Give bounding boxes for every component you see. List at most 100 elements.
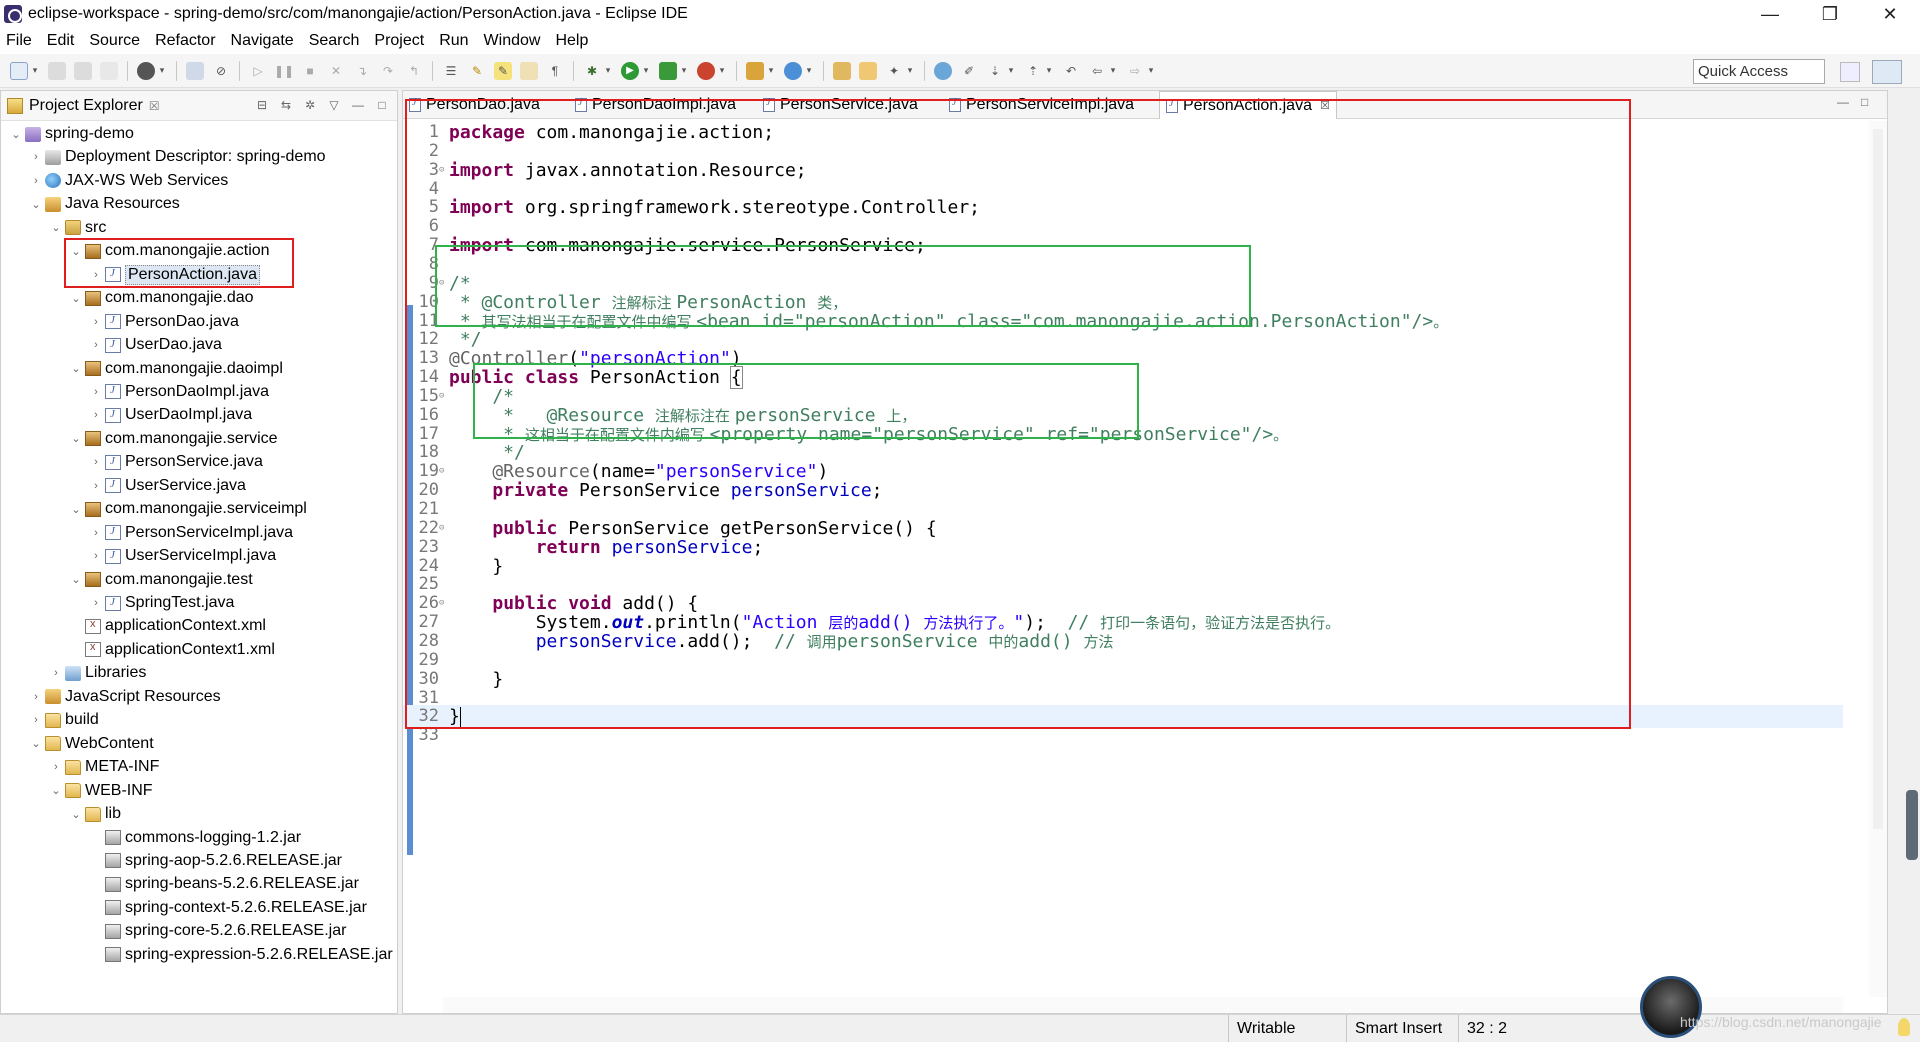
step-into-icon[interactable]: ↴ (353, 62, 371, 80)
tree-item[interactable]: spring-expression-5.2.6.RELEASE.jar (89, 944, 393, 966)
expand-right-icon[interactable]: › (29, 175, 43, 187)
tree-item[interactable]: › UserDaoImpl.java (89, 404, 252, 426)
tree-item[interactable]: commons-logging-1.2.jar (89, 827, 301, 849)
highlight-icon[interactable]: ✎ (494, 61, 512, 80)
expand-right-icon[interactable]: › (89, 456, 103, 468)
tree-item[interactable]: › PersonService.java (89, 451, 263, 473)
java-ee-perspective-icon[interactable] (1872, 60, 1902, 84)
collapse-all-icon[interactable]: ⊟ (255, 98, 269, 112)
tree-item[interactable]: ⌄ Java Resources (29, 193, 179, 215)
step-over-icon[interactable]: ↷ (379, 62, 397, 80)
toggle-mark-occurrences-icon[interactable]: ✎ (468, 62, 486, 80)
menu-search[interactable]: Search (309, 32, 360, 50)
close-view-icon[interactable]: ☒ (149, 99, 160, 113)
console-icon[interactable] (186, 61, 204, 80)
tree-item[interactable]: ⌄ WebContent (29, 733, 153, 755)
tree-item[interactable]: ⌄ WEB-INF (49, 780, 152, 802)
step-return-icon[interactable]: ↰ (405, 62, 423, 80)
tree-item[interactable]: ⌄ com.manongajie.daoimpl (69, 358, 282, 380)
next-annotation-icon[interactable]: ⇣ (986, 62, 1004, 80)
view-menu-icon[interactable]: ▽ (327, 98, 341, 112)
expand-right-icon[interactable]: › (89, 339, 103, 351)
maximize-view-icon[interactable]: □ (375, 98, 389, 112)
chevron-down-icon[interactable]: ▾ (1006, 62, 1016, 80)
new-icon[interactable] (10, 61, 28, 80)
toggle-block-selection-icon[interactable] (520, 61, 538, 80)
disconnect-icon[interactable]: ✕ (327, 62, 345, 80)
suspend-icon[interactable]: ❚❚ (274, 62, 294, 80)
chevron-down-icon[interactable]: ▾ (905, 62, 915, 80)
side-handle[interactable] (1906, 790, 1918, 860)
expand-right-icon[interactable]: › (89, 597, 103, 609)
save-icon[interactable] (48, 61, 66, 80)
new-class-icon[interactable] (784, 61, 802, 80)
scrollbar-thumb[interactable] (1873, 129, 1883, 829)
tree-item[interactable]: ⌄ lib (69, 803, 121, 825)
resume-icon[interactable]: ▷ (249, 62, 267, 80)
skip-breakpoints-icon[interactable]: ⊘ (212, 62, 230, 80)
terminate-icon[interactable]: ■ (301, 62, 319, 80)
open-task-icon[interactable] (859, 61, 877, 80)
last-edit-icon[interactable]: ↶ (1062, 62, 1080, 80)
tree-item[interactable]: ⌄ com.manongajie.serviceimpl (69, 498, 306, 520)
pin-icon[interactable]: ✐ (960, 62, 978, 80)
expand-right-icon[interactable]: › (29, 151, 43, 163)
run-icon[interactable]: ▶ (621, 61, 639, 80)
horizontal-scrollbar[interactable] (443, 997, 1843, 1013)
chevron-down-icon[interactable]: ▾ (1146, 62, 1156, 80)
menu-file[interactable]: File (6, 32, 32, 50)
expand-down-icon[interactable]: ⌄ (9, 128, 23, 141)
menu-edit[interactable]: Edit (47, 32, 75, 50)
tree-item[interactable]: › SpringTest.java (89, 592, 234, 614)
expand-down-icon[interactable]: ⌄ (69, 292, 83, 305)
menu-navigate[interactable]: Navigate (231, 32, 294, 50)
open-console-icon[interactable]: ☰ (442, 62, 460, 80)
show-whitespace-icon[interactable]: ¶ (546, 62, 564, 80)
menu-run[interactable]: Run (439, 32, 468, 50)
link-with-editor-icon[interactable]: ⇆ (279, 98, 293, 112)
tree-item[interactable]: ⌄ com.manongajie.dao (69, 287, 253, 309)
search-icon[interactable]: ✦ (885, 62, 903, 80)
chevron-down-icon[interactable]: ▾ (1044, 62, 1054, 80)
expand-right-icon[interactable]: › (89, 316, 103, 328)
tree-item[interactable]: › PersonServiceImpl.java (89, 522, 293, 544)
menu-refactor[interactable]: Refactor (155, 32, 215, 50)
chevron-down-icon[interactable]: ▾ (679, 62, 689, 80)
maximize-editor-icon[interactable]: □ (1861, 95, 1877, 109)
tree-item[interactable]: spring-context-5.2.6.RELEASE.jar (89, 897, 367, 919)
globe-icon[interactable] (934, 61, 952, 80)
tree-item[interactable]: spring-beans-5.2.6.RELEASE.jar (89, 873, 359, 895)
close-button[interactable]: ✕ (1860, 0, 1920, 28)
debug-icon[interactable]: ✱ (583, 62, 601, 80)
chevron-down-icon[interactable]: ▾ (603, 62, 613, 80)
menu-project[interactable]: Project (374, 32, 424, 50)
tree-item[interactable]: ⌄ com.manongajie.test (69, 569, 252, 591)
tree-item[interactable]: › UserService.java (89, 475, 246, 497)
tree-item[interactable]: › UserServiceImpl.java (89, 545, 276, 567)
tree-item[interactable]: › UserDao.java (89, 334, 222, 356)
tree-item[interactable]: spring-aop-5.2.6.RELEASE.jar (89, 850, 342, 872)
run-server-icon[interactable] (659, 61, 677, 80)
expand-right-icon[interactable]: › (89, 386, 103, 398)
tree-item[interactable]: ⌄ src (49, 217, 106, 239)
tree-item[interactable]: › JavaScript Resources (29, 686, 220, 708)
menu-source[interactable]: Source (89, 32, 140, 50)
debug-user-icon[interactable] (137, 61, 155, 80)
menu-window[interactable]: Window (484, 32, 541, 50)
expand-down-icon[interactable]: ⌄ (69, 808, 83, 821)
forward-icon[interactable]: ⇨ (1126, 62, 1144, 80)
previous-annotation-icon[interactable]: ⇡ (1024, 62, 1042, 80)
expand-right-icon[interactable]: › (49, 667, 63, 679)
vertical-scrollbar[interactable] (1869, 121, 1887, 997)
tree-item[interactable]: applicationContext.xml (69, 615, 266, 637)
minimize-view-icon[interactable]: — (351, 98, 365, 112)
tree-item[interactable]: › Deployment Descriptor: spring-demo (29, 146, 325, 168)
expand-down-icon[interactable]: ⌄ (69, 362, 83, 375)
external-tools-icon[interactable] (697, 61, 715, 80)
tree-item[interactable]: › PersonDao.java (89, 311, 239, 333)
tree-item[interactable]: › PersonDaoImpl.java (89, 381, 269, 403)
chevron-down-icon[interactable]: ▾ (1108, 62, 1118, 80)
menu-help[interactable]: Help (555, 32, 588, 50)
lightbulb-icon[interactable] (1898, 1018, 1910, 1036)
expand-down-icon[interactable]: ⌄ (29, 737, 43, 750)
